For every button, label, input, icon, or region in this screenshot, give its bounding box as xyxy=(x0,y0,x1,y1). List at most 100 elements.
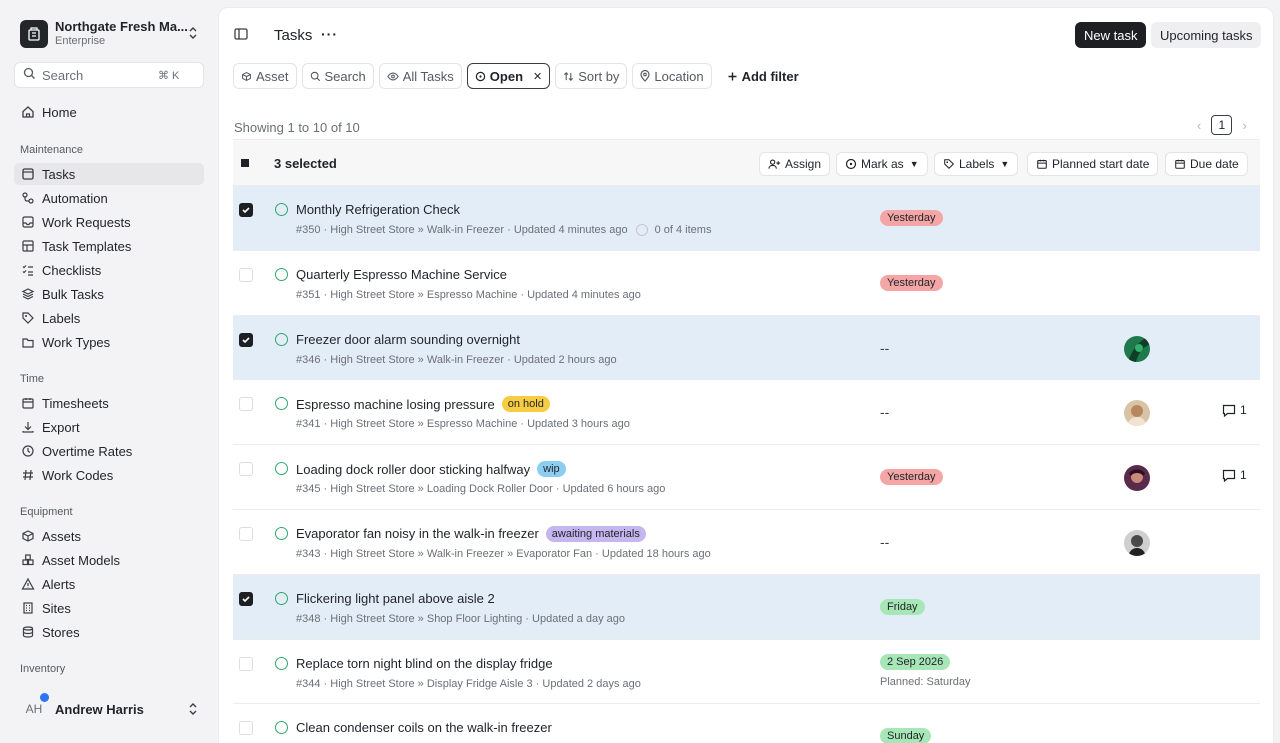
filter-open[interactable]: Open ✕ xyxy=(466,63,551,89)
nav-labels[interactable]: Labels xyxy=(14,307,204,329)
user-menu[interactable]: AH Andrew Harris xyxy=(20,693,206,720)
add-filter-button[interactable]: Add filter xyxy=(716,63,806,89)
assignee-avatar[interactable] xyxy=(1124,529,1150,556)
close-icon[interactable]: ✕ xyxy=(533,70,542,83)
row-checkbox[interactable] xyxy=(239,462,253,477)
assignee-avatar[interactable] xyxy=(1124,400,1150,427)
task-title[interactable]: Espresso machine losing pressure xyxy=(296,397,495,412)
task-title[interactable]: Flickering light panel above aisle 2 xyxy=(296,591,495,606)
task-title[interactable]: Loading dock roller door sticking halfwa… xyxy=(296,462,530,477)
task-meta: #346 · High Street Store » Walk-in Freez… xyxy=(296,354,617,366)
layers-icon xyxy=(21,288,35,300)
planned-start-date-button[interactable]: Planned start date xyxy=(1027,152,1159,176)
task-row[interactable]: Monthly Refrigeration Check #350 · High … xyxy=(233,186,1260,251)
search-icon xyxy=(310,71,320,81)
nav-assets[interactable]: Assets xyxy=(14,525,204,547)
search-shortcut: ⌘ K xyxy=(158,69,180,82)
comment-icon xyxy=(1222,469,1236,482)
nav-export[interactable]: Export xyxy=(14,416,204,438)
org-name: Northgate Fresh Ma... xyxy=(55,19,188,34)
filter-asset[interactable]: Asset xyxy=(233,63,297,89)
row-checkbox[interactable] xyxy=(239,397,253,412)
nav-stores[interactable]: Stores xyxy=(14,621,204,643)
task-row[interactable]: Clean condenser coils on the walk-in fre… xyxy=(233,704,1260,743)
row-checkbox[interactable] xyxy=(239,721,253,736)
task-row[interactable]: Evaporator fan noisy in the walk-in free… xyxy=(233,509,1260,575)
row-checkbox[interactable] xyxy=(239,267,253,282)
select-all-checkbox[interactable] xyxy=(241,159,249,167)
task-title[interactable]: Evaporator fan noisy in the walk-in free… xyxy=(296,526,539,541)
nav-task-templates[interactable]: Task Templates xyxy=(14,235,204,257)
task-row[interactable]: Quarterly Espresso Machine Service #351 … xyxy=(233,250,1260,316)
search-input[interactable] xyxy=(42,67,152,83)
nav-home-label: Home xyxy=(42,104,77,120)
nav-automation[interactable]: Automation xyxy=(14,187,204,209)
row-checkbox[interactable] xyxy=(239,656,253,671)
nav-work-codes[interactable]: Work Codes xyxy=(14,464,204,486)
due-date-button[interactable]: Due date xyxy=(1165,152,1248,176)
warning-icon xyxy=(21,577,35,590)
filter-sort-by[interactable]: Sort by xyxy=(555,63,628,89)
mark-as-button[interactable]: Mark as ▼ xyxy=(836,152,928,176)
row-checkbox[interactable] xyxy=(239,591,253,606)
assign-button[interactable]: Assign xyxy=(759,152,831,176)
task-row[interactable]: Freezer door alarm sounding overnight #3… xyxy=(233,315,1260,381)
new-task-button[interactable]: New task xyxy=(1075,22,1147,48)
nav-work-types[interactable]: Work Types xyxy=(14,331,204,353)
task-title[interactable]: Freezer door alarm sounding overnight xyxy=(296,332,520,347)
status-open-icon[interactable] xyxy=(275,267,288,281)
task-title[interactable]: Quarterly Espresso Machine Service xyxy=(296,267,507,282)
status-open-icon[interactable] xyxy=(275,526,288,540)
page-number[interactable]: 1 xyxy=(1211,115,1233,135)
status-open-icon[interactable] xyxy=(275,397,288,411)
nav-checklists[interactable]: Checklists xyxy=(14,259,204,281)
status-open-icon[interactable] xyxy=(275,462,288,476)
org-switcher[interactable]: Northgate Fresh Ma... Enterprise xyxy=(20,20,206,48)
nav-alerts[interactable]: Alerts xyxy=(14,573,204,595)
status-open-icon[interactable] xyxy=(275,332,288,346)
task-row[interactable]: Replace torn night blind on the display … xyxy=(233,639,1260,705)
filter-all-tasks[interactable]: All Tasks xyxy=(378,63,462,89)
filter-search[interactable]: Search xyxy=(301,63,374,89)
row-checkbox[interactable] xyxy=(239,526,253,541)
more-options-button[interactable]: ··· xyxy=(321,26,338,42)
chevron-up-down-icon[interactable] xyxy=(188,26,198,43)
nav-overtime-rates[interactable]: Overtime Rates xyxy=(14,440,204,462)
nav-assets-label: Assets xyxy=(42,528,82,544)
nav-sites[interactable]: Sites xyxy=(14,597,204,619)
task-title[interactable]: Monthly Refrigeration Check xyxy=(296,202,460,217)
chevron-right-icon[interactable]: › xyxy=(1242,118,1246,133)
nav-work-requests[interactable]: Work Requests xyxy=(14,211,204,233)
row-checkbox[interactable] xyxy=(239,203,253,217)
database-icon xyxy=(22,626,34,638)
assignee-avatar[interactable] xyxy=(1124,335,1150,362)
status-open-icon[interactable] xyxy=(275,721,288,735)
comment-count[interactable]: 1 xyxy=(1222,403,1247,417)
sort-icon xyxy=(564,71,574,81)
nav-asset-models[interactable]: Asset Models xyxy=(14,549,204,571)
assignee-avatar[interactable] xyxy=(1124,465,1150,492)
nav-tasks[interactable]: Tasks xyxy=(14,163,204,185)
row-checkbox[interactable] xyxy=(239,332,253,347)
nav-home[interactable]: Home xyxy=(14,101,204,123)
task-title[interactable]: Clean condenser coils on the walk-in fre… xyxy=(296,720,552,735)
chevron-up-down-icon[interactable] xyxy=(188,702,198,719)
status-open-icon[interactable] xyxy=(275,203,288,216)
nav-timesheets[interactable]: Timesheets xyxy=(14,392,204,414)
due-date-badge: Yesterday xyxy=(880,469,943,486)
sidebar-toggle-icon[interactable] xyxy=(233,26,249,45)
filter-location[interactable]: Location xyxy=(632,63,712,89)
comment-count[interactable]: 1 xyxy=(1222,468,1247,482)
status-open-icon[interactable] xyxy=(275,656,288,670)
status-open-icon[interactable] xyxy=(275,591,288,605)
nav-bulk-tasks[interactable]: Bulk Tasks xyxy=(14,283,204,305)
chevron-left-icon[interactable]: ‹ xyxy=(1197,118,1201,133)
labels-button[interactable]: Labels ▼ xyxy=(934,152,1019,176)
upcoming-tasks-button[interactable]: Upcoming tasks xyxy=(1151,22,1262,48)
task-row[interactable]: Flickering light panel above aisle 2 #34… xyxy=(233,574,1260,640)
task-row[interactable]: Loading dock roller door sticking halfwa… xyxy=(233,445,1260,510)
task-title[interactable]: Replace torn night blind on the display … xyxy=(296,656,553,671)
task-row[interactable]: Espresso machine losing pressure on hold… xyxy=(233,380,1260,446)
task-meta: #345 · High Street Store » Loading Dock … xyxy=(296,483,665,495)
search-box[interactable]: ⌘ K xyxy=(14,62,204,88)
